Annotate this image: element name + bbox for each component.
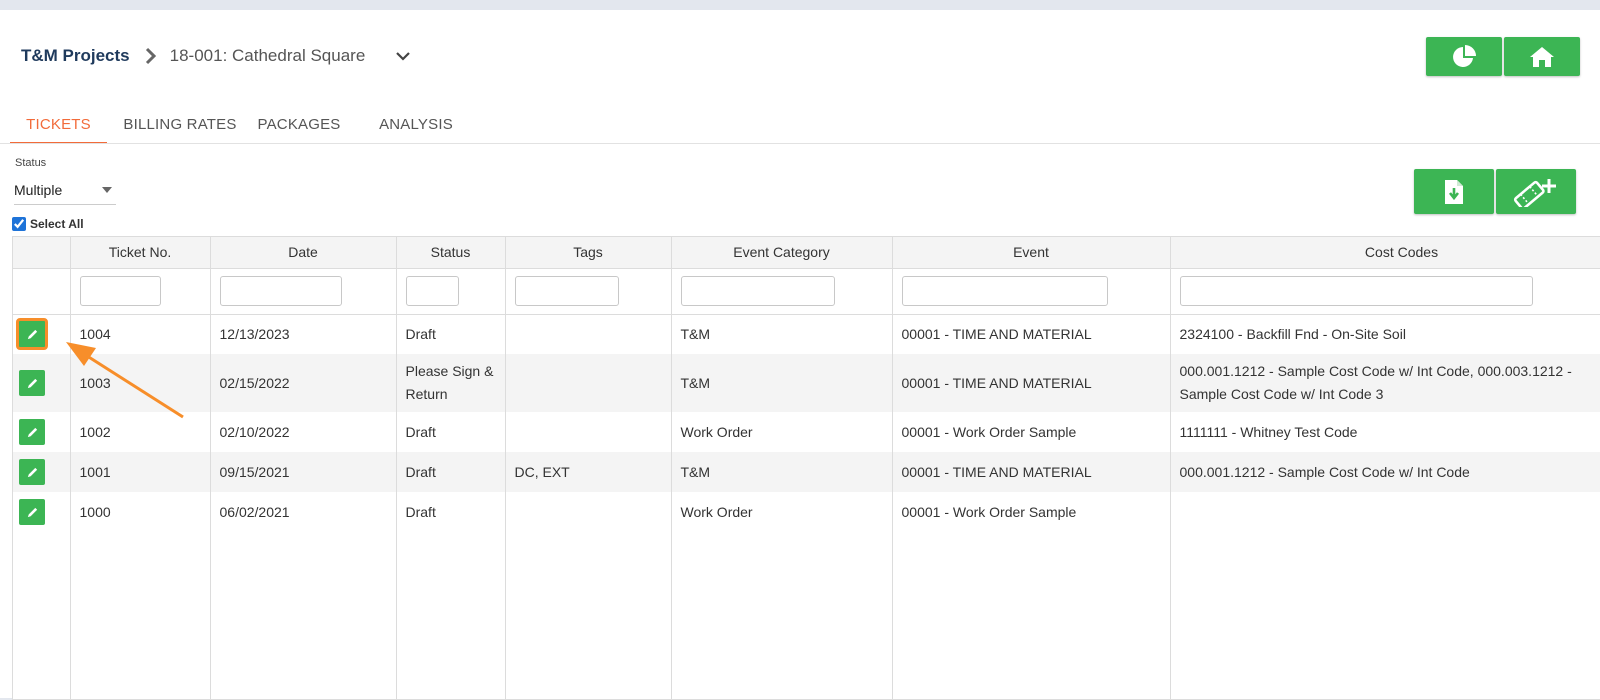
tags-cell [505, 492, 672, 532]
ticket-no-cell: 1003 [70, 354, 211, 412]
status-cell: Draft [396, 452, 506, 492]
event-category-cell: T&M [671, 354, 893, 412]
add-ticket-icon [1513, 178, 1556, 207]
select-all-control[interactable]: Select All [12, 217, 84, 231]
breadcrumb-root-link[interactable]: T&M Projects [21, 46, 130, 66]
date-cell: 09/15/2021 [210, 452, 397, 492]
tags-filter-input[interactable] [514, 276, 619, 306]
status-cell: Please Sign & Return [396, 354, 506, 412]
breadcrumb-project: 18-001: Cathedral Square [169, 46, 366, 65]
pencil-icon [27, 329, 37, 339]
edit-ticket-button[interactable] [19, 499, 45, 525]
event-cell: 00001 - TIME AND MATERIAL [892, 452, 1171, 492]
ticket-no-cell: 1002 [70, 412, 211, 452]
event-cell: 00001 - Work Order Sample [892, 492, 1171, 532]
column-header-status[interactable]: Status [396, 237, 506, 269]
event-category-cell: T&M [671, 314, 893, 354]
cost-codes-cell: 000.001.1212 - Sample Cost Code w/ Int C… [1170, 354, 1600, 412]
cost-codes-text: 000.001.1212 - Sample Cost Code w/ Int C… [1179, 363, 1572, 402]
column-header-event[interactable]: Event [892, 237, 1171, 269]
table-row[interactable]: 1000 06/02/2021 Draft Work Order 00001 -… [13, 492, 1600, 532]
event-cell: 00001 - TIME AND MATERIAL [892, 354, 1171, 412]
pencil-icon [27, 467, 37, 477]
cost-codes-cell: 1111111 - Whitney Test Code [1170, 412, 1600, 452]
status-filter-value: Multiple [14, 181, 63, 198]
cost-codes-cell [1170, 492, 1600, 532]
page: T&M Projects 18-001: Cathedral Square TI… [0, 10, 1600, 700]
ticket-no-cell: 1001 [70, 452, 211, 492]
tickets-grid: Ticket No. Date Status Tags Event Catego… [12, 236, 1600, 700]
column-header-ticket-no[interactable]: Ticket No. [70, 237, 211, 269]
tags-cell [505, 412, 672, 452]
status-filter-input[interactable] [405, 276, 459, 306]
analytics-button[interactable] [1426, 37, 1502, 76]
event-category-cell: T&M [671, 452, 893, 492]
pencil-icon [27, 507, 37, 517]
tab-bar: TICKETS BILLING RATES PACKAGES ANALYSIS [10, 106, 487, 144]
chevron-right-icon [145, 47, 156, 65]
table-row[interactable]: 1001 09/15/2021 Draft DC, EXT T&M 00001 … [13, 452, 1600, 492]
select-all-checkbox[interactable] [12, 217, 26, 231]
date-cell: 12/13/2023 [210, 314, 397, 354]
column-header-event-category[interactable]: Event Category [671, 237, 893, 269]
event-cell: 00001 - Work Order Sample [892, 412, 1171, 452]
date-filter-input[interactable] [219, 276, 342, 306]
breadcrumb: T&M Projects 18-001: Cathedral Square [21, 38, 411, 74]
date-cell: 02/10/2022 [210, 412, 397, 452]
ticket-no-cell: 1004 [70, 314, 211, 354]
table-row[interactable]: 1002 02/10/2022 Draft Work Order 00001 -… [13, 412, 1600, 452]
edit-ticket-button[interactable] [16, 318, 48, 351]
event-category-filter-input[interactable] [680, 276, 835, 306]
cost-codes-filter-input[interactable] [1179, 276, 1533, 306]
add-ticket-button[interactable] [1496, 169, 1576, 214]
pie-chart-icon [1453, 44, 1476, 67]
tab-analysis[interactable]: ANALYSIS [345, 106, 487, 144]
tab-packages[interactable]: PACKAGES [253, 106, 345, 144]
export-button[interactable] [1414, 169, 1494, 214]
tab-tickets[interactable]: TICKETS [10, 106, 107, 144]
table-row[interactable]: 1003 02/15/2022 Please Sign & Return T&M… [13, 354, 1600, 412]
header-row: Ticket No. Date Status Tags Event Catego… [13, 237, 1600, 269]
cost-codes-cell: 000.001.1212 - Sample Cost Code w/ Int C… [1170, 452, 1600, 492]
edit-ticket-button[interactable] [19, 370, 45, 396]
edit-ticket-button[interactable] [19, 419, 45, 445]
event-filter-input[interactable] [901, 276, 1108, 306]
event-category-cell: Work Order [671, 492, 893, 532]
pencil-icon [27, 427, 37, 437]
dropdown-caret-icon [102, 187, 112, 193]
home-icon [1530, 46, 1554, 67]
cost-codes-cell: 2324100 - Backfill Fnd - On-Site Soil [1170, 314, 1600, 354]
date-cell: 06/02/2021 [210, 492, 397, 532]
grid-actions [1414, 169, 1576, 214]
select-all-label: Select All [30, 217, 84, 231]
status-cell: Draft [396, 492, 506, 532]
tab-billing-rates[interactable]: BILLING RATES [107, 106, 253, 144]
status-filter-label: Status [15, 157, 47, 169]
event-cell: 00001 - TIME AND MATERIAL [892, 314, 1171, 354]
status-filter-select[interactable]: Multiple [14, 175, 116, 205]
download-file-icon [1445, 179, 1463, 204]
table-row[interactable]: 1004 12/13/2023 Draft T&M 00001 - TIME A… [13, 314, 1600, 354]
ticket-no-cell: 1000 [70, 492, 211, 532]
home-button[interactable] [1504, 37, 1580, 76]
empty-grid-space [13, 532, 1600, 699]
status-cell: Draft [396, 314, 506, 354]
status-cell: Draft [396, 412, 506, 452]
ticket-no-filter-input[interactable] [79, 276, 161, 306]
edit-ticket-button[interactable] [19, 459, 45, 485]
pencil-icon [27, 378, 37, 388]
column-header-tags[interactable]: Tags [505, 237, 672, 269]
tags-cell [505, 314, 672, 354]
column-header-date[interactable]: Date [210, 237, 397, 269]
tags-cell [505, 354, 672, 412]
date-cell: 02/15/2022 [210, 354, 397, 412]
event-category-cell: Work Order [671, 412, 893, 452]
filter-row [13, 268, 1600, 315]
tags-cell: DC, EXT [505, 452, 672, 492]
chevron-down-icon[interactable] [395, 50, 411, 62]
column-header-action [13, 237, 71, 269]
top-actions [1426, 37, 1580, 76]
column-header-cost-codes[interactable]: Cost Codes [1170, 237, 1600, 269]
tabs-divider [0, 143, 1600, 144]
